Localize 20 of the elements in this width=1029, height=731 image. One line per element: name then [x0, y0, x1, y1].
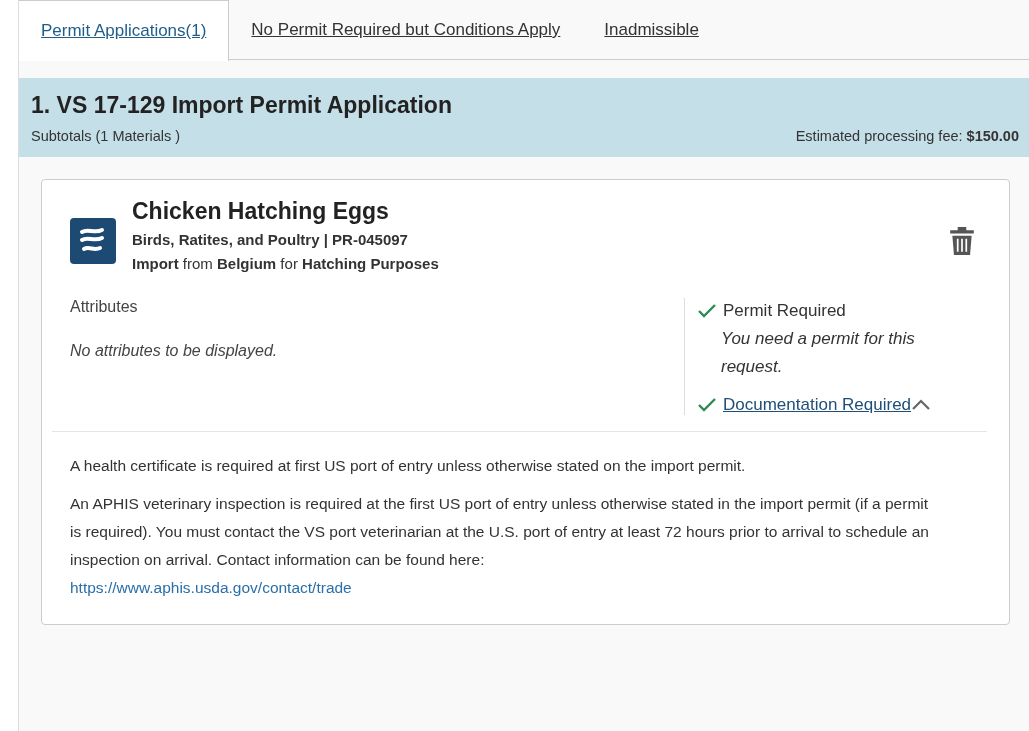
tab[interactable]: Permit Applications(1): [19, 0, 230, 61]
documentation-text: A health certificate is required at first US port of entry unless otherwise stated on the import permit.: [70, 457, 746, 474]
requirement-link[interactable]: Documentation Required: [723, 395, 912, 415]
material-name: Chicken Hatching Eggs: [132, 198, 390, 225]
subtotals: Subtotals (1 Materials ): [31, 128, 181, 144]
material-route: Import from Belgium for Hatching Purposes: [132, 255, 440, 272]
material-category: Birds, Ratites, and Poultry | PR-045097: [132, 231, 409, 248]
caret-icon[interactable]: [911, 399, 932, 411]
requirement-label: Permit Required: [723, 301, 846, 321]
waves-icon: [70, 218, 116, 264]
contact-link[interactable]: https://www.aphis.usda.gov/contact/trade: [70, 574, 939, 602]
attributes-empty: No attributes to be displayed.: [70, 342, 279, 360]
documentation-text: An APHIS veterinary inspection is required at the first US port of entry unless otherwise stated in the import permit (if a permit is required). You must contact the VS port veterinarian at the U.S. port of entry at least 72 hours prior to arrival to schedule an inspection on arrival. Contact information can be found here:: [70, 495, 929, 568]
processing-fee: Estimated processing fee: $150.00: [795, 128, 1019, 144]
section-title: 1. VS 17-129 Import Permit Application: [31, 92, 453, 119]
tab[interactable]: Inadmissible: [582, 0, 721, 60]
tab[interactable]: No Permit Required but Conditions Apply: [229, 0, 583, 60]
trash-icon[interactable]: [949, 226, 975, 256]
attributes-heading: Attributes: [70, 298, 139, 316]
requirement-note: You need a permit for this request.: [720, 328, 916, 378]
